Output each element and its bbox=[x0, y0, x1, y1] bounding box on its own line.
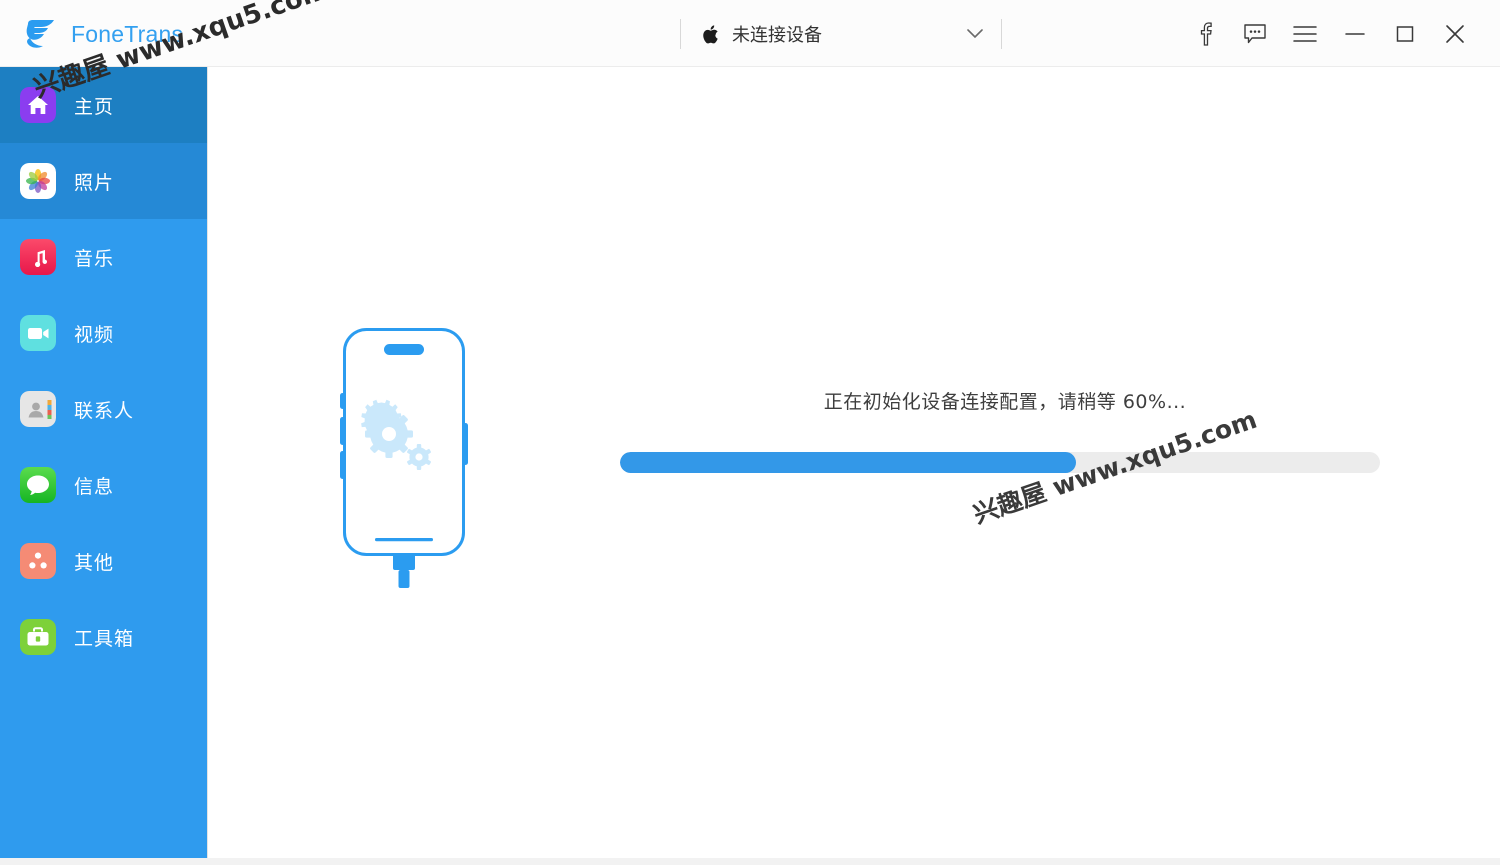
device-selector[interactable]: 未连接设备 bbox=[680, 14, 1020, 54]
status-message: 正在初始化设备连接配置，请稍等 60%... bbox=[823, 391, 1187, 413]
progress-bar-fill bbox=[620, 452, 1076, 473]
sidebar-item-video[interactable]: 视频 bbox=[0, 295, 207, 371]
title-bar: FoneTrans 未连接设备 bbox=[0, 0, 1500, 67]
device-selector-label: 未连接设备 bbox=[732, 25, 822, 45]
sidebar-item-messages[interactable]: 信息 bbox=[0, 447, 207, 523]
facebook-button[interactable] bbox=[1180, 17, 1230, 51]
video-icon bbox=[20, 315, 56, 351]
sidebar-item-label: 信息 bbox=[74, 475, 115, 498]
sidebar-item-label: 主页 bbox=[74, 95, 115, 118]
photos-icon bbox=[20, 163, 56, 199]
sidebar-item-label: 联系人 bbox=[74, 399, 135, 422]
chevron-down-icon[interactable] bbox=[966, 25, 984, 43]
sidebar-item-photos[interactable]: 照片 bbox=[0, 143, 207, 219]
sidebar-item-home[interactable]: 主页 bbox=[0, 67, 207, 143]
sidebar-item-toolbox[interactable]: 工具箱 bbox=[0, 599, 207, 675]
sidebar: 主页 照片 音乐 视频 联系人 信息 其他 工具箱 bbox=[0, 67, 208, 858]
sidebar-item-label: 其他 bbox=[74, 551, 115, 574]
messages-icon bbox=[20, 467, 56, 503]
menu-button[interactable] bbox=[1280, 17, 1330, 51]
app-title: FoneTrans bbox=[71, 20, 184, 47]
home-icon bbox=[20, 87, 56, 123]
close-button[interactable] bbox=[1430, 17, 1480, 51]
sidebar-item-label: 工具箱 bbox=[74, 627, 135, 650]
divider-left bbox=[680, 19, 681, 49]
app-brand: FoneTrans bbox=[24, 18, 183, 50]
feedback-button[interactable] bbox=[1230, 17, 1280, 51]
fonetrans-feather-logo-icon bbox=[24, 18, 58, 50]
sidebar-item-label: 照片 bbox=[74, 171, 115, 194]
sidebar-item-music[interactable]: 音乐 bbox=[0, 219, 207, 295]
iphone-with-gears-illustration bbox=[339, 327, 469, 602]
app-window: FoneTrans 未连接设备 主页 照片 音乐 视频 联系人 信息 其他 工具… bbox=[0, 0, 1500, 865]
divider-right bbox=[1001, 19, 1002, 49]
maximize-button[interactable] bbox=[1380, 17, 1430, 51]
sidebar-item-label: 音乐 bbox=[74, 247, 115, 270]
other-icon bbox=[20, 543, 56, 579]
contacts-icon bbox=[20, 391, 56, 427]
window-controls bbox=[1180, 17, 1480, 51]
window-bottom-edge bbox=[0, 858, 1500, 865]
music-icon bbox=[20, 239, 56, 275]
minimize-button[interactable] bbox=[1330, 17, 1380, 51]
progress-bar bbox=[620, 452, 1380, 473]
sidebar-item-other[interactable]: 其他 bbox=[0, 523, 207, 599]
sidebar-item-contacts[interactable]: 联系人 bbox=[0, 371, 207, 447]
toolbox-icon bbox=[20, 619, 56, 655]
main-content: 正在初始化设备连接配置，请稍等 60%... bbox=[209, 67, 1500, 865]
sidebar-item-label: 视频 bbox=[74, 323, 115, 346]
apple-icon bbox=[700, 22, 720, 46]
